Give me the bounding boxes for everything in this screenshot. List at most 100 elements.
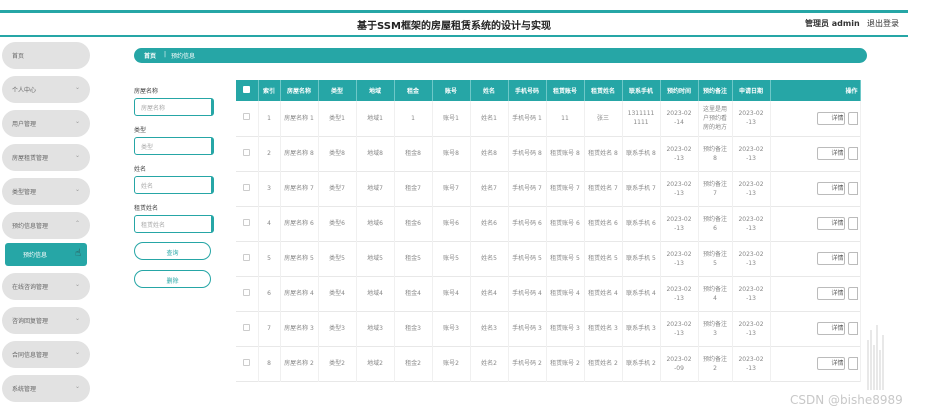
sidebar-item-label: 预约信息 <box>23 252 48 259</box>
sidebar-item-types[interactable]: 类型管理 ⌄ <box>2 178 90 205</box>
table-cell: 手机号码 3 <box>508 311 547 346</box>
edit-button[interactable] <box>847 182 858 195</box>
detail-button[interactable]: 详情 <box>816 111 845 125</box>
row-select-cell[interactable] <box>236 276 259 311</box>
table-cell: 房屋名称 5 <box>280 241 319 276</box>
detail-button[interactable]: 详情 <box>816 287 845 300</box>
chevron-down-icon: ⌄ <box>74 152 80 159</box>
table-cell: 姓名5 <box>470 241 509 276</box>
row-select-cell[interactable] <box>236 206 259 241</box>
sidebar-item-users[interactable]: 用户管理 ⌄ <box>2 110 90 137</box>
table-row[interactable]: 8 房屋名称 2 类型2 地域2 租金2 账号2 姓名2 手机号码 2 租赁账号 2 租赁姓名 2… <box>236 346 861 381</box>
row-select-cell[interactable] <box>236 346 259 381</box>
detail-button[interactable]: 详情 <box>816 357 845 370</box>
detail-button[interactable]: 详情 <box>816 147 845 160</box>
table-cell: 2023-02 -13 <box>660 276 699 311</box>
sidebar-item-system[interactable]: 系统管理 ⌄ <box>2 375 90 402</box>
detail-button[interactable]: 详情 <box>816 322 845 335</box>
row-select-cell[interactable] <box>236 311 259 346</box>
house-name-input[interactable]: 房屋名称 <box>134 98 214 116</box>
row-checkbox[interactable] <box>243 253 251 261</box>
sidebar-item-consult[interactable]: 在线咨询管理 ⌄ <box>2 273 90 300</box>
table-header: 预约时间 <box>660 80 699 101</box>
table-cell: 2023-02 -13 <box>660 311 699 346</box>
table-cell: 账号3 <box>432 311 471 346</box>
row-checkbox[interactable] <box>243 288 251 296</box>
delete-button[interactable]: 删除 <box>134 270 211 288</box>
table-row[interactable]: 6 房屋名称 4 类型4 地域4 租金4 账号4 姓名4 手机号码 4 租赁账号 4 租赁姓名 4… <box>236 276 861 311</box>
tenant-name-input[interactable]: 租赁姓名 <box>134 215 214 233</box>
table-cell: 预约备注 5 <box>698 241 733 276</box>
table-header: 租金 <box>394 80 433 101</box>
table-cell: 租赁账号 5 <box>546 241 585 276</box>
table-header: 姓名 <box>470 80 509 101</box>
table-cell: 手机号码 6 <box>508 206 547 241</box>
search-button[interactable]: 查询 <box>134 242 211 260</box>
edit-button[interactable] <box>847 357 858 370</box>
table-row[interactable]: 3 房屋名称 7 类型7 地域7 租金7 账号7 姓名7 手机号码 7 租赁账号 7 租赁姓名 7… <box>236 171 861 206</box>
table-cell: 地域7 <box>356 171 395 206</box>
table-row[interactable]: 5 房屋名称 5 类型5 地域5 租金5 账号5 姓名5 手机号码 5 租赁账号 5 租赁姓名 5… <box>236 241 861 276</box>
table-row[interactable]: 7 房屋名称 3 类型3 地域3 租金3 账号3 姓名3 手机号码 3 租赁账号 3 租赁姓名 3… <box>236 311 861 346</box>
table-row[interactable]: 1 房屋名称 1 类型1 地域1 1 账号1 姓名1 手机号码 1 11 张三 1311111 11… <box>236 101 861 136</box>
table-cell: 账号7 <box>432 171 471 206</box>
detail-button[interactable]: 详情 <box>816 252 845 265</box>
table-header: 房屋名称 <box>280 80 319 101</box>
table-cell: 2023-02 -13 <box>732 206 771 241</box>
sidebar-item-contracts[interactable]: 合同信息管理 ⌄ <box>2 341 90 368</box>
table-cell: 类型8 <box>318 136 357 171</box>
select-all-checkbox[interactable] <box>243 86 251 93</box>
table-cell: 房屋名称 8 <box>280 136 319 171</box>
actions-cell: 详情 <box>770 206 861 241</box>
type-input[interactable]: 类型 <box>134 137 214 155</box>
table-cell: 租赁账号 7 <box>546 171 585 206</box>
row-checkbox[interactable] <box>243 148 251 156</box>
row-checkbox[interactable] <box>243 183 251 191</box>
table-cell: 手机号码 7 <box>508 171 547 206</box>
row-select-cell[interactable] <box>236 171 259 206</box>
table-cell: 租赁姓名 8 <box>584 136 623 171</box>
row-select-cell[interactable] <box>236 101 259 136</box>
detail-button[interactable]: 详情 <box>816 217 845 230</box>
edit-button[interactable] <box>847 147 858 160</box>
table-cell: 这里是用户预约看房的地方 <box>698 101 733 136</box>
table-cell: 账号5 <box>432 241 471 276</box>
sidebar-item-home[interactable]: 首页 <box>2 42 90 69</box>
table-row[interactable]: 2 房屋名称 8 类型8 地域8 租金8 账号8 姓名8 手机号码 8 租赁账号 8 租赁姓名 8… <box>236 136 861 171</box>
sidebar-item-rental[interactable]: 房屋租赁管理 ⌄ <box>2 144 90 171</box>
actions-cell: 详情 <box>770 241 861 276</box>
table-cell: 租赁姓名 5 <box>584 241 623 276</box>
name-input[interactable]: 姓名 <box>134 176 214 194</box>
table-cell: 1 <box>394 101 433 136</box>
row-select-cell[interactable] <box>236 241 259 276</box>
row-checkbox[interactable] <box>243 113 251 121</box>
table-cell: 联系手机 4 <box>622 276 661 311</box>
edit-button[interactable] <box>847 217 858 230</box>
table-header: 手机号码 <box>508 80 547 101</box>
select-all-header[interactable] <box>236 80 259 101</box>
chevron-down-icon: ⌄ <box>74 349 80 356</box>
breadcrumb-home[interactable]: 首页 <box>144 51 156 60</box>
edit-button[interactable] <box>847 252 858 265</box>
row-checkbox[interactable] <box>243 218 251 226</box>
actions-cell: 详情 <box>770 171 861 206</box>
row-select-cell[interactable] <box>236 136 259 171</box>
table-cell: 租赁账号 8 <box>546 136 585 171</box>
table-row[interactable]: 4 房屋名称 6 类型6 地域6 租金6 账号6 姓名6 手机号码 6 租赁账号 6 租赁姓名 6… <box>236 206 861 241</box>
row-checkbox[interactable] <box>243 323 251 331</box>
table-cell: 租赁姓名 6 <box>584 206 623 241</box>
row-checkbox[interactable] <box>243 358 251 366</box>
table-header: 类型 <box>318 80 357 101</box>
edit-button[interactable] <box>847 287 858 300</box>
sidebar-item-reply[interactable]: 咨询回复管理 ⌄ <box>2 307 90 334</box>
sidebar-item-label: 系统管理 <box>12 386 37 393</box>
sidebar-item-profile[interactable]: 个人中心 ⌄ <box>2 76 90 103</box>
table-cell: 2023-02 -13 <box>732 136 771 171</box>
edit-button[interactable] <box>847 111 858 125</box>
sidebar-subitem-appointment-info[interactable]: 预约信息 ☝ <box>5 243 87 266</box>
edit-button[interactable] <box>847 322 858 335</box>
logout-link[interactable]: 退出登录 <box>867 18 899 29</box>
detail-button[interactable]: 详情 <box>816 182 845 195</box>
sidebar-item-appointments[interactable]: 预约信息管理 ⌃ <box>2 212 90 239</box>
table-cell: 联系手机 5 <box>622 241 661 276</box>
